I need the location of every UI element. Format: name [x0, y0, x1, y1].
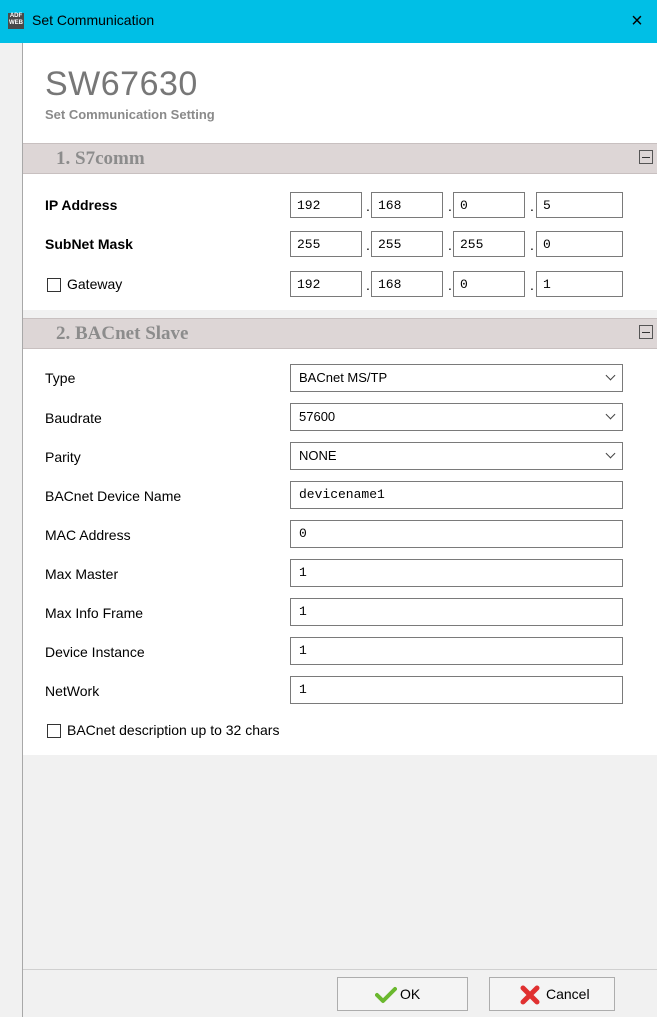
- chevron-down-icon: [605, 448, 616, 459]
- ip-octet-3[interactable]: 0: [453, 192, 525, 218]
- parity-select-value: NONE: [299, 448, 337, 463]
- ip-dot: .: [366, 198, 370, 214]
- app-logo-icon: ADF WEB: [8, 13, 24, 29]
- ip-octet-1[interactable]: 192: [290, 192, 362, 218]
- ip-octet-2[interactable]: 168: [371, 192, 443, 218]
- type-select-value: BACnet MS/TP: [299, 370, 388, 385]
- device-instance-label: Device Instance: [45, 644, 145, 660]
- mask-octet-2[interactable]: 255: [371, 231, 443, 257]
- footer-divider: [23, 969, 657, 970]
- gateway-checkbox[interactable]: [47, 278, 61, 292]
- mac-address-label: MAC Address: [45, 527, 131, 543]
- cancel-button-label: Cancel: [546, 986, 590, 1002]
- mask-dot: .: [448, 237, 452, 253]
- chevron-down-icon: [605, 409, 616, 420]
- device-name-label: BACnet Device Name: [45, 488, 182, 504]
- section-title: 1. S7comm: [56, 148, 145, 169]
- network-label: NetWork: [45, 683, 100, 699]
- section-title: 2. BACnet Slave: [56, 323, 189, 344]
- parity-select[interactable]: NONE: [290, 442, 623, 470]
- section-header-s7comm[interactable]: 1. S7comm: [23, 143, 657, 174]
- gateway-dot: .: [448, 277, 452, 293]
- ok-button[interactable]: OK: [337, 977, 468, 1011]
- section-header-bacnet-slave[interactable]: 2. BACnet Slave: [23, 318, 657, 349]
- device-instance-input[interactable]: 1: [290, 637, 623, 665]
- check-icon: [375, 986, 397, 1007]
- title-bar: ADF WEB Set Communication ×: [0, 0, 657, 43]
- gateway-octet-1[interactable]: 192: [290, 271, 362, 297]
- product-subtitle: Set Communication Setting: [45, 107, 215, 122]
- baudrate-select[interactable]: 57600: [290, 403, 623, 431]
- subnet-mask-label: SubNet Mask: [45, 236, 133, 252]
- max-info-frame-input[interactable]: 1: [290, 598, 623, 626]
- max-info-frame-label: Max Info Frame: [45, 605, 144, 621]
- gateway-octet-4[interactable]: 1: [536, 271, 623, 297]
- close-button[interactable]: ×: [617, 0, 657, 43]
- collapse-icon[interactable]: [639, 150, 653, 164]
- device-name-input[interactable]: devicename1: [290, 481, 623, 509]
- max-master-input[interactable]: 1: [290, 559, 623, 587]
- mask-octet-3[interactable]: 255: [453, 231, 525, 257]
- collapse-icon[interactable]: [639, 325, 653, 339]
- chevron-down-icon: [605, 370, 616, 381]
- ip-dot: .: [448, 198, 452, 214]
- gateway-label: Gateway: [67, 276, 123, 292]
- bacnet-description-checkbox[interactable]: [47, 724, 61, 738]
- ip-dot: .: [530, 198, 534, 214]
- gateway-dot: .: [530, 277, 534, 293]
- baudrate-select-value: 57600: [299, 409, 336, 424]
- mask-octet-1[interactable]: 255: [290, 231, 362, 257]
- ok-button-label: OK: [400, 986, 421, 1002]
- parity-label: Parity: [45, 449, 81, 465]
- mask-dot: .: [530, 237, 534, 253]
- ip-address-label: IP Address: [45, 197, 118, 213]
- mac-address-input[interactable]: 0: [290, 520, 623, 548]
- cancel-button[interactable]: Cancel: [489, 977, 615, 1011]
- product-title: SW67630: [45, 65, 198, 103]
- baudrate-label: Baudrate: [45, 410, 102, 426]
- mask-octet-4[interactable]: 0: [536, 231, 623, 257]
- x-icon: [519, 984, 541, 1009]
- gateway-octet-3[interactable]: 0: [453, 271, 525, 297]
- bacnet-description-label: BACnet description up to 32 chars: [67, 722, 280, 738]
- type-label: Type: [45, 370, 76, 386]
- gateway-dot: .: [366, 277, 370, 293]
- type-select[interactable]: BACnet MS/TP: [290, 364, 623, 392]
- ip-octet-4[interactable]: 5: [536, 192, 623, 218]
- gateway-octet-2[interactable]: 168: [371, 271, 443, 297]
- max-master-label: Max Master: [45, 566, 119, 582]
- mask-dot: .: [366, 237, 370, 253]
- network-input[interactable]: 1: [290, 676, 623, 704]
- window-title: Set Communication: [32, 12, 155, 28]
